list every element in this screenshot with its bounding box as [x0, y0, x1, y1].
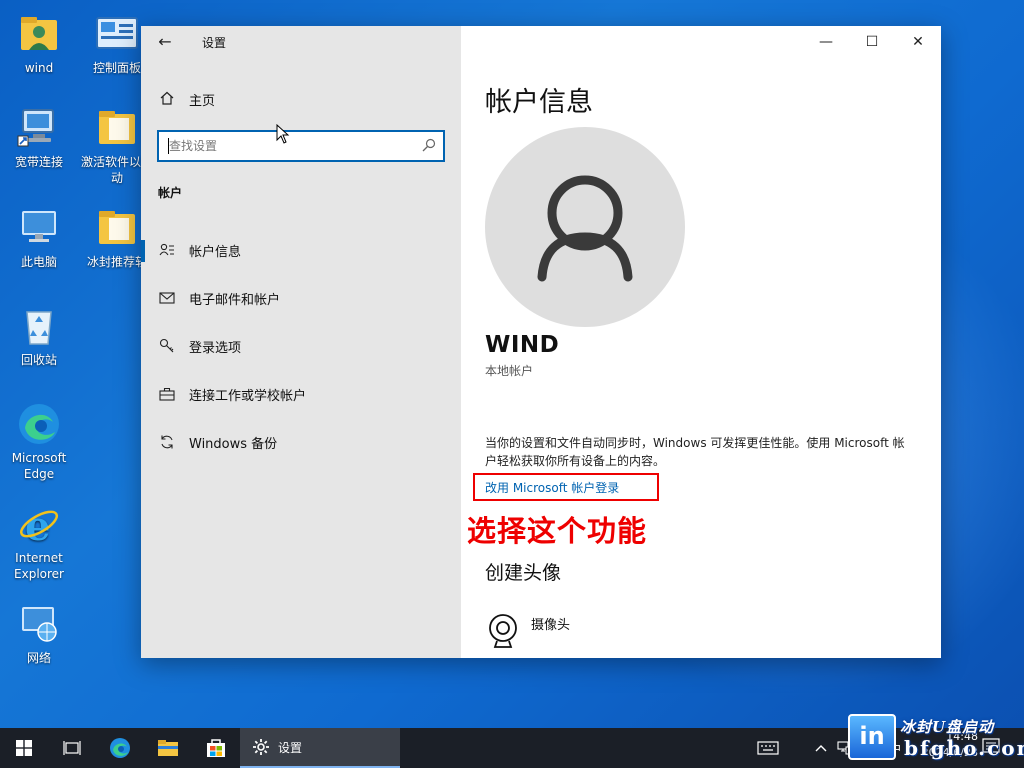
- camera-label: 摄像头: [531, 618, 571, 633]
- sidebar-item-label: 帐户信息: [189, 244, 242, 260]
- task-view-button[interactable]: [48, 728, 96, 768]
- broadband-icon: [17, 106, 61, 150]
- search-icon[interactable]: [421, 137, 437, 153]
- page-title: 帐户信息: [485, 87, 593, 118]
- window-controls: — ☐ ✕: [803, 26, 941, 58]
- user-folder-icon: [17, 12, 61, 56]
- watermark: in 冰封U盘启动 bfgho.com: [848, 712, 1024, 768]
- keyboard-icon[interactable]: [752, 741, 784, 755]
- taskbar-store[interactable]: [192, 728, 240, 768]
- desktop-icon-label: Internet Explorer: [14, 551, 64, 581]
- switch-to-microsoft-account-link[interactable]: 改用 Microsoft 帐户登录: [473, 473, 659, 501]
- key-icon: [157, 338, 177, 354]
- internet-explorer-icon: e: [17, 502, 61, 550]
- close-button[interactable]: ✕: [895, 26, 941, 58]
- sidebar-item-label: 电子邮件和帐户: [189, 292, 281, 308]
- window-title: 设置: [202, 36, 227, 50]
- minimize-icon: —: [819, 34, 833, 50]
- briefcase-icon: [157, 387, 177, 401]
- create-avatar-title: 创建头像: [485, 562, 562, 584]
- watermark-url: bfgho.com: [904, 736, 1024, 760]
- taskbar-settings[interactable]: 设置: [240, 728, 400, 768]
- windows-logo-icon: [16, 740, 32, 756]
- control-panel-icon: [95, 12, 139, 56]
- back-button[interactable]: ←: [155, 32, 175, 52]
- gear-icon: [252, 738, 270, 756]
- svg-text:e: e: [25, 503, 50, 546]
- task-view-icon: [63, 741, 81, 755]
- store-icon: [207, 739, 225, 757]
- taskbar-edge[interactable]: [96, 728, 144, 768]
- sidebar-item-account-info[interactable]: 帐户信息: [141, 230, 461, 270]
- desktop-icon-this-pc[interactable]: 此电脑: [2, 206, 76, 270]
- person-list-icon: [157, 242, 177, 258]
- sidebar-item-label: 连接工作或学校帐户: [189, 388, 307, 404]
- chevron-up-icon[interactable]: [810, 744, 832, 752]
- sidebar-item-sign-in[interactable]: 登录选项: [141, 326, 461, 366]
- search-box[interactable]: [157, 130, 445, 162]
- back-arrow-icon: ←: [158, 32, 172, 51]
- taskbar-settings-label: 设置: [278, 740, 303, 755]
- annotation-text: 选择这个功能: [467, 514, 648, 548]
- desktop-icon-user[interactable]: wind: [2, 12, 76, 76]
- desktop-icon-label: Microsoft Edge: [11, 451, 67, 481]
- person-avatar-icon: [537, 175, 633, 282]
- desktop-icon-label: wind: [24, 61, 54, 75]
- computer-icon: [17, 206, 61, 250]
- taskbar-file-explorer[interactable]: [144, 728, 192, 768]
- settings-window: ← 设置 主页 帐户 帐户信息 电子邮件和帐户: [141, 26, 941, 658]
- mouse-cursor-icon: [276, 124, 290, 144]
- desktop-icon-label: 此电脑: [20, 255, 57, 269]
- folder-icon: [95, 206, 139, 250]
- folder-icon: [95, 106, 139, 150]
- mail-icon: [157, 291, 177, 305]
- sync-icon: [157, 434, 177, 450]
- minimize-button[interactable]: —: [803, 26, 849, 58]
- close-icon: ✕: [912, 34, 924, 50]
- desktop-icon-label: 网络: [26, 651, 51, 665]
- avatar: [485, 127, 685, 327]
- sidebar-section-label: 帐户: [158, 186, 183, 200]
- edge-icon: [17, 402, 61, 446]
- watermark-title: 冰封U盘启动: [900, 718, 995, 736]
- text-caret: [168, 138, 169, 154]
- watermark-logo: in: [848, 714, 896, 760]
- camera-icon: [485, 612, 521, 652]
- desktop-icon-ie[interactable]: e Internet Explorer: [2, 502, 76, 582]
- sidebar-item-label: 登录选项: [189, 340, 242, 356]
- desktop-icon-edge[interactable]: Microsoft Edge: [2, 402, 76, 482]
- desktop-icon-label: 回收站: [20, 353, 57, 367]
- ms-link-label: 改用 Microsoft 帐户登录: [485, 480, 620, 495]
- account-type: 本地帐户: [485, 364, 534, 378]
- sync-description: 当你的设置和文件自动同步时，Windows 可发挥更佳性能。使用 Microso…: [485, 436, 905, 468]
- sidebar-item-backup[interactable]: Windows 备份: [141, 422, 461, 462]
- start-button[interactable]: [0, 728, 48, 768]
- home-icon: [159, 91, 175, 109]
- maximize-icon: ☐: [865, 34, 879, 50]
- sidebar-item-work-school[interactable]: 连接工作或学校帐户: [141, 374, 461, 414]
- desktop-icon-broadband[interactable]: 宽带连接: [2, 106, 76, 170]
- desktop-icon-label: 宽带连接: [14, 155, 63, 169]
- folder-icon: [158, 740, 178, 756]
- camera-option[interactable]: 摄像头: [485, 612, 570, 652]
- maximize-button[interactable]: ☐: [849, 26, 895, 58]
- desktop-icon-network[interactable]: 网络: [2, 602, 76, 666]
- home-label: 主页: [189, 94, 216, 109]
- desktop-icon-recycle-bin[interactable]: 回收站: [2, 304, 76, 368]
- user-name: WIND: [485, 332, 560, 358]
- sidebar-item-label: Windows 备份: [189, 436, 278, 452]
- sidebar-item-home[interactable]: 主页: [159, 90, 215, 109]
- account-info-pane: — ☐ ✕ 帐户信息 WIND 本地帐户 当你的设置和文件自动同步时，Windo…: [461, 26, 941, 658]
- settings-sidebar: ← 设置 主页 帐户 帐户信息 电子邮件和帐户: [141, 26, 461, 658]
- sidebar-item-email[interactable]: 电子邮件和帐户: [141, 278, 461, 318]
- edge-icon: [110, 738, 130, 758]
- recycle-bin-icon: [17, 304, 61, 348]
- network-icon: [17, 602, 61, 646]
